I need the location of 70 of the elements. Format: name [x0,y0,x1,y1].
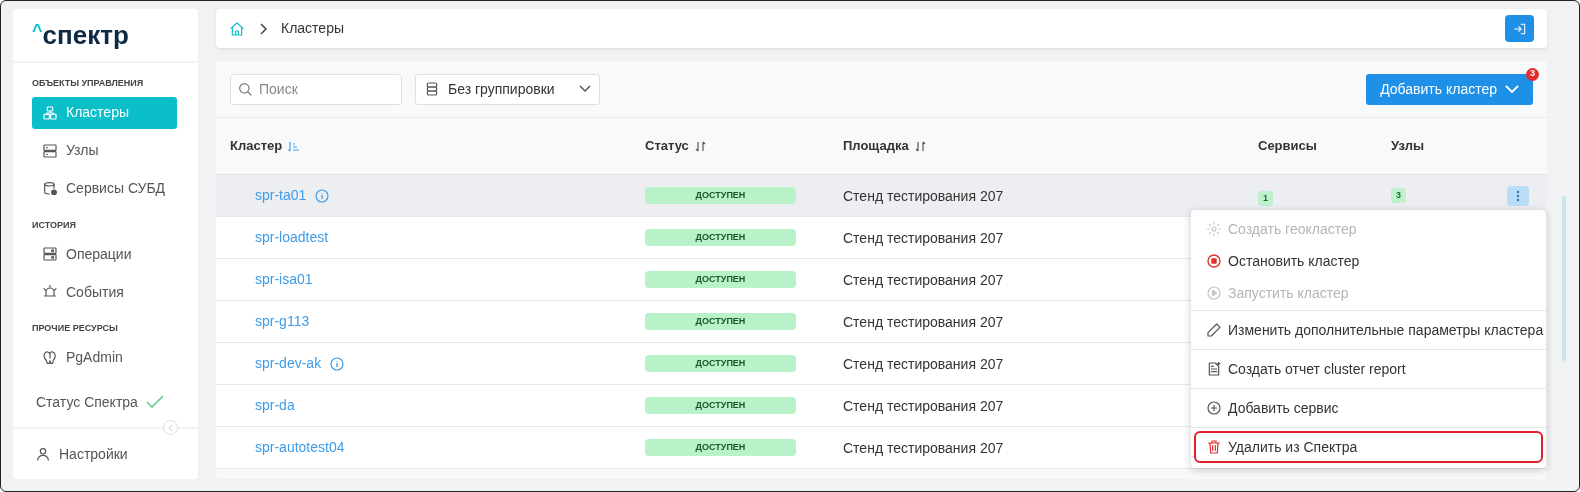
alarm-icon [42,284,58,300]
table-cell: Стенд тестирования 207 [843,271,1004,288]
grouping-dropdown[interactable]: Без группировки [415,73,600,105]
chevron-down-icon [1505,84,1519,94]
breadcrumb-item: Кластеры [281,19,344,38]
column-header: Площадка [843,137,909,156]
play-icon [1206,285,1222,301]
chevron-left-icon [166,423,175,432]
status-badge: ДОСТУПЕН [645,271,796,288]
section-heading: ПРОЧИЕ РЕСУРСЫ [32,322,119,335]
status-badge: ДОСТУПЕН [645,229,796,246]
collapse-button[interactable] [163,420,178,435]
count-badge: 1 [1258,190,1273,206]
table-cell: Стенд тестирования 207 [843,355,1004,372]
column-header: Сервисы [1258,137,1317,156]
search-icon [237,80,253,97]
plus-circle-icon [1206,400,1222,416]
menu-item[interactable]: Добавить сервис [1194,392,1543,424]
chevron-icon [259,22,267,35]
logout-button[interactable] [1505,15,1534,42]
info-icon[interactable] [330,356,345,371]
gear-icon [1206,221,1222,237]
table-cell: Стенд тестирования 207 [843,187,1004,204]
table-cell: Стенд тестирования 207 [843,313,1004,330]
sidebar-item[interactable]: Операции [32,238,177,270]
sidebar-item[interactable]: Сервисы СУБД [32,172,177,205]
settings-link[interactable]: Настройки [59,443,128,465]
menu-item[interactable]: Создать отчет cluster report [1194,353,1543,385]
user-icon [35,446,51,462]
sidebar-item[interactable]: Узлы [32,134,177,167]
dots-icon [1516,189,1520,202]
count-badge: 3 [1391,188,1406,203]
notification-badge: 3 [1526,67,1539,81]
status-badge: ДОСТУПЕН [645,439,796,456]
home-icon[interactable] [229,20,245,37]
stop-icon [1206,253,1222,269]
search-field[interactable]: Поиск [230,73,402,105]
column-header: Узлы [1391,137,1425,156]
logout-icon [1512,21,1527,36]
table-cell: Стенд тестирования 207 [843,439,1004,456]
column-header: Статус [645,137,689,156]
column-header: Кластер [230,137,283,156]
status-badge: ДОСТУПЕН [645,397,796,414]
stack-icon [42,104,58,121]
table-cell: Стенд тестирования 207 [843,397,1004,414]
document-icon [1206,361,1222,377]
sidebar-item[interactable]: События [32,276,177,308]
status-badge: ДОСТУПЕН [645,355,796,372]
logo: ^спектр [32,22,129,48]
table-row[interactable]: spr-ta01 ДОСТУПЕН Стенд тестирования 207 1 3 [216,175,1547,217]
server-icon [42,142,58,159]
server-icon [42,246,58,262]
status-label: Статус Спектра [36,392,138,412]
sort-icon[interactable] [914,140,926,152]
menu-item[interactable]: Удалить из Спектра [1194,431,1543,463]
table-cell: Стенд тестирования 207 [843,229,1004,246]
database-icon [42,180,58,197]
status-badge: ДОСТУПЕН [645,187,796,204]
pencil-icon [1206,322,1222,338]
status-badge: ДОСТУПЕН [645,313,796,330]
sort-icon[interactable] [694,140,706,152]
list-icon [424,81,440,97]
info-icon[interactable] [315,188,330,203]
trash-icon [1206,439,1222,455]
chevron-down-icon [579,85,591,93]
menu-item[interactable]: Изменить дополнительные параметры кластера [1194,314,1543,346]
more-button[interactable] [1507,185,1529,206]
sidebar-item[interactable]: PgAdmin [32,341,177,374]
section-heading: ИСТОРИЯ [32,218,77,232]
section-heading: ОБЪЕКТЫ УПРАВЛЕНИЯ [32,77,145,90]
